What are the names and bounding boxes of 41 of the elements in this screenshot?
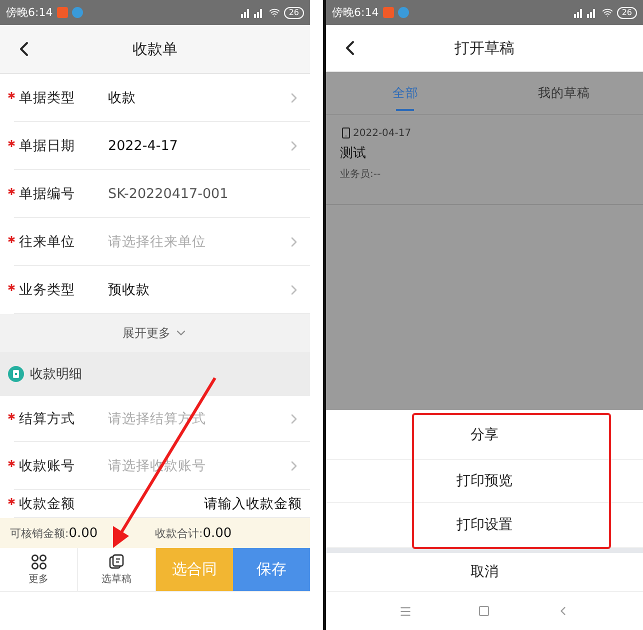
section-icon	[8, 366, 24, 382]
field-label: 收款金额	[19, 495, 76, 513]
expand-more-button[interactable]: 展开更多	[0, 314, 310, 352]
field-value: 预收款	[108, 281, 151, 299]
signal-icon	[238, 8, 265, 18]
field-label: 单据类型	[19, 89, 76, 107]
summary-text: 可核销金额:0.00	[10, 526, 99, 540]
page-title: 打开草稿	[454, 38, 514, 58]
field-label: 结算方式	[19, 410, 76, 428]
field-value: 收款	[108, 89, 137, 107]
field-label: 往来单位	[19, 233, 76, 251]
section-title: 收款明细	[30, 366, 82, 383]
field-value: 请选择往来单位	[108, 233, 207, 251]
draft-icon	[108, 554, 124, 570]
draft-title: 测试	[340, 145, 367, 162]
wifi-icon	[268, 7, 280, 18]
input-field[interactable]: 请输入收款金额	[108, 495, 302, 513]
status-time: 傍晚6:14	[332, 5, 379, 20]
summary-text: 收款合计:0.00	[155, 526, 233, 540]
field-value: SK-20220417-001	[108, 186, 230, 202]
field-label: 单据日期	[19, 137, 76, 155]
battery-level: 26	[616, 6, 637, 18]
grid-icon	[30, 554, 46, 570]
home-icon[interactable]	[476, 603, 492, 619]
field-label: 收款账号	[19, 457, 76, 475]
field-label: 单据编号	[19, 185, 76, 203]
field-label: 业务类型	[19, 281, 76, 299]
app-notification-icon	[398, 7, 409, 18]
draft-date: 2022-04-17	[353, 128, 412, 138]
app-notification-icon	[72, 7, 83, 18]
tab[interactable]: 我的草稿	[484, 72, 643, 114]
status-time: 傍晚6:14	[6, 5, 53, 20]
draft-salesperson: 业务员:--	[340, 168, 382, 181]
app-notification-icon	[56, 7, 68, 18]
signal-icon	[572, 8, 598, 18]
page-title: 收款单	[132, 40, 178, 58]
field-value: 2022-4-17	[108, 138, 179, 154]
battery-level: 26	[284, 6, 304, 18]
phone-icon	[340, 127, 352, 139]
app-notification-icon	[382, 7, 394, 18]
wifi-icon	[602, 7, 613, 18]
